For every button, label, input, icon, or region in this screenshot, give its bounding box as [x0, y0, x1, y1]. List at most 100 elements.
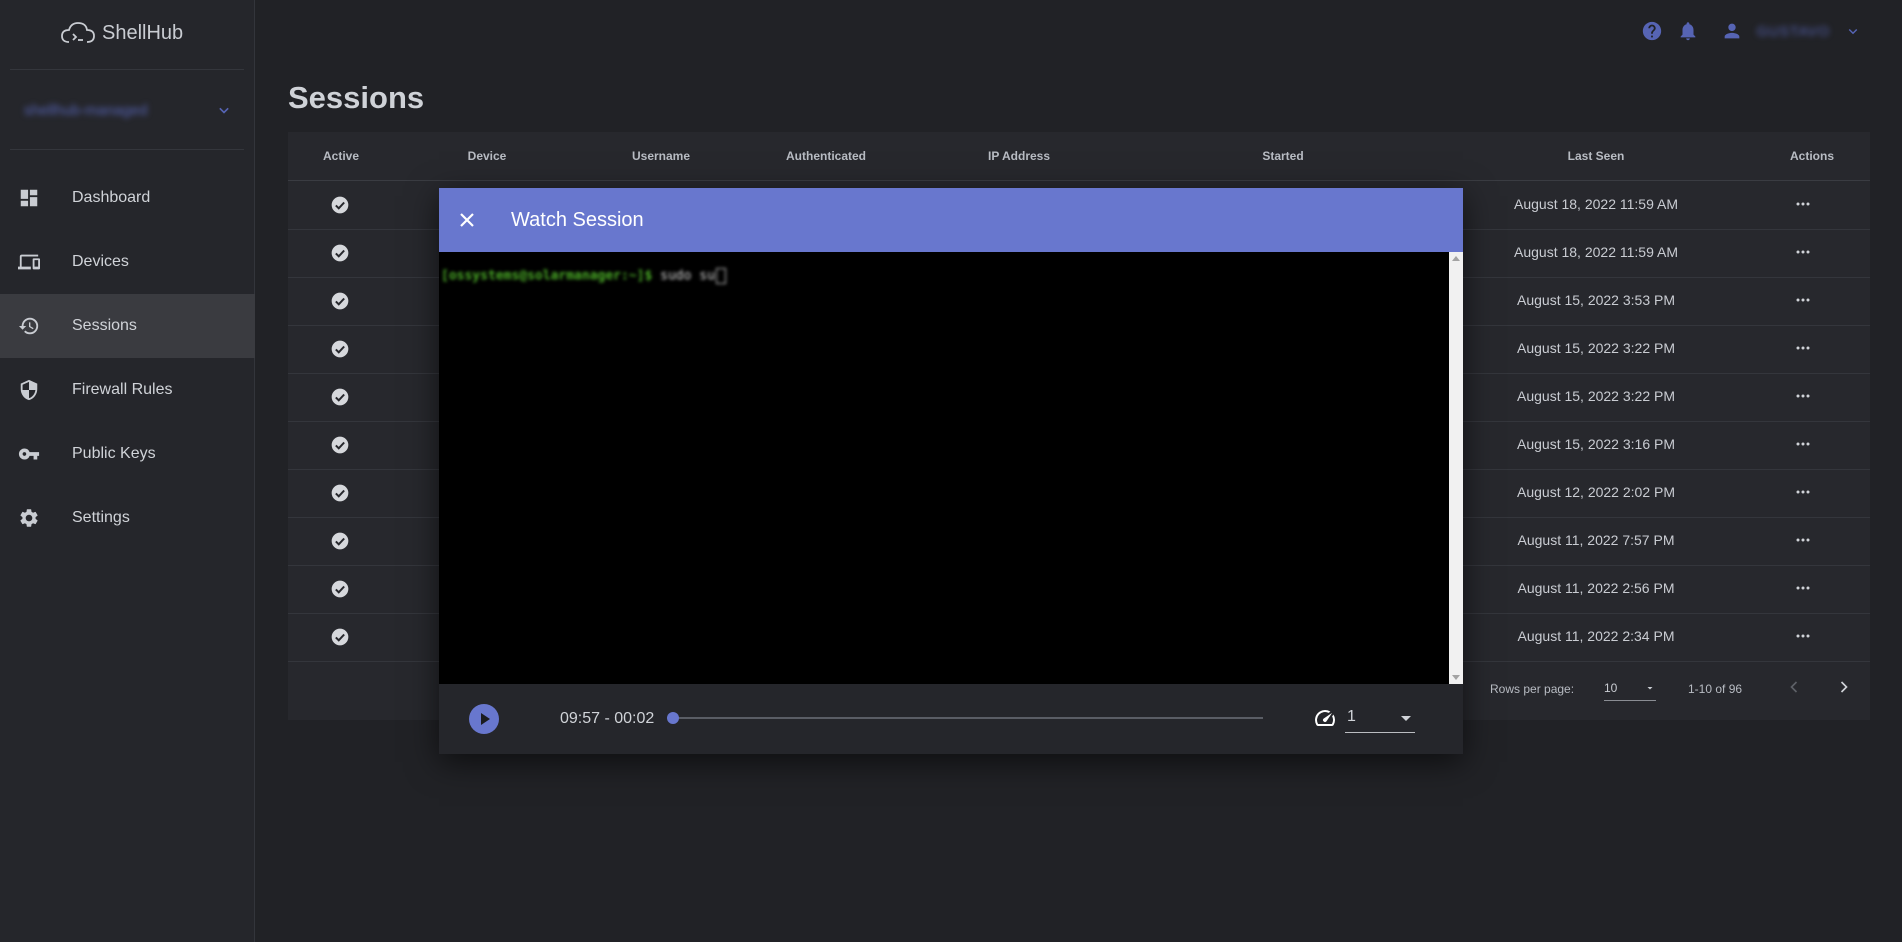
sidebar-item-label: Devices [72, 253, 129, 270]
chevron-down-icon[interactable] [1844, 22, 1862, 40]
play-icon [481, 713, 490, 725]
chevron-right-icon[interactable] [1834, 677, 1854, 697]
check-circle-icon [331, 532, 349, 550]
sidebar-item-label: Public Keys [72, 445, 156, 462]
more-horizontal-icon[interactable] [1796, 441, 1810, 447]
last-seen-cell: August 15, 2022 3:22 PM [1517, 340, 1675, 356]
topbar-actions: GUSTAVO [1641, 20, 1862, 42]
last-seen-cell: August 18, 2022 11:59 AM [1514, 244, 1678, 260]
sidebar-item-label: Firewall Rules [72, 381, 173, 398]
close-icon[interactable] [455, 208, 479, 232]
sidebar-item-firewall-rules[interactable]: Firewall Rules [0, 358, 255, 422]
caret-down-icon [1647, 687, 1653, 690]
scroll-up-icon[interactable] [1452, 256, 1460, 261]
more-horizontal-icon[interactable] [1796, 297, 1810, 303]
column-header-device: Device [467, 149, 507, 163]
terminal-prompt: [ossystems@solarmanager:~]$ [441, 268, 653, 284]
check-circle-icon [331, 292, 349, 310]
playback-speed-value: 1 [1347, 708, 1356, 725]
chevron-left-icon[interactable] [1784, 677, 1804, 697]
session-player-controls: 09:57 - 00:02 1 [439, 684, 1463, 754]
rows-per-page-select[interactable]: 10 [1604, 676, 1656, 701]
dashboard-icon [20, 189, 38, 207]
terminal-command: sudo su [660, 268, 715, 284]
last-seen-cell: August 18, 2022 11:59 AM [1514, 196, 1678, 212]
last-seen-cell: August 15, 2022 3:22 PM [1517, 388, 1675, 404]
last-seen-cell: August 11, 2022 7:57 PM [1517, 532, 1675, 548]
more-horizontal-icon[interactable] [1796, 537, 1810, 543]
user-name[interactable]: GUSTAVO [1757, 23, 1830, 39]
more-horizontal-icon[interactable] [1796, 201, 1810, 207]
watch-session-dialog: Watch Session [ossystems@solarmanager:~]… [439, 188, 1463, 754]
sidebar: ShellHub shellhub-managed Dashboard Devi… [0, 0, 255, 942]
cloud-terminal-icon [61, 22, 95, 43]
column-header-actions: Actions [1789, 149, 1835, 163]
playback-speed-select[interactable]: 1 [1345, 704, 1415, 733]
sidebar-divider [10, 69, 244, 70]
devices-icon [18, 254, 40, 270]
last-seen-cell: August 11, 2022 2:56 PM [1517, 580, 1675, 596]
check-circle-icon [331, 244, 349, 262]
playback-slider-thumb[interactable] [667, 712, 679, 724]
table-header: Active Device Username Authenticated IP … [288, 132, 1870, 181]
gear-icon [20, 509, 38, 527]
check-circle-icon [331, 388, 349, 406]
more-horizontal-icon[interactable] [1796, 489, 1810, 495]
column-header-last-seen: Last Seen [1567, 149, 1625, 163]
column-header-authenticated: Authenticated [785, 149, 867, 163]
column-header-username: Username [631, 149, 691, 163]
app-name: ShellHub [102, 21, 184, 44]
dialog-header: Watch Session [439, 188, 1463, 252]
check-circle-icon [331, 196, 349, 214]
help-icon[interactable] [1641, 20, 1663, 42]
app-logo[interactable]: ShellHub [60, 16, 200, 50]
sidebar-item-label: Settings [72, 509, 130, 526]
sidebar-item-dashboard[interactable]: Dashboard [0, 166, 255, 230]
sidebar-item-sessions[interactable]: Sessions [0, 294, 255, 358]
namespace-selector[interactable]: shellhub-managed [24, 96, 234, 124]
dialog-title: Watch Session [511, 209, 644, 231]
check-circle-icon [331, 484, 349, 502]
sidebar-item-devices[interactable]: Devices [0, 230, 255, 294]
sidebar-divider [10, 149, 244, 150]
check-circle-icon [331, 628, 349, 646]
shield-icon [20, 379, 38, 401]
sidebar-item-settings[interactable]: Settings [0, 486, 255, 550]
sidebar-item-public-keys[interactable]: Public Keys [0, 422, 255, 486]
rows-per-page-label: Rows per page: [1490, 682, 1575, 696]
last-seen-cell: August 15, 2022 3:16 PM [1517, 436, 1675, 452]
caret-down-icon [1401, 716, 1411, 721]
terminal-cursor [715, 268, 726, 284]
terminal-scrollbar[interactable] [1449, 252, 1463, 684]
key-icon [18, 448, 40, 460]
last-seen-cell: August 12, 2022 2:02 PM [1517, 484, 1675, 500]
more-horizontal-icon[interactable] [1796, 249, 1810, 255]
terminal-line: [ossystems@solarmanager:~]$ sudo su [441, 268, 726, 284]
page-title: Sessions [288, 80, 425, 115]
column-header-ip-address: IP Address [987, 149, 1051, 163]
more-horizontal-icon[interactable] [1796, 633, 1810, 639]
play-button[interactable] [469, 704, 499, 734]
namespace-name: shellhub-managed [24, 101, 148, 119]
last-seen-cell: August 15, 2022 3:53 PM [1517, 292, 1675, 308]
sidebar-nav: Dashboard Devices Sessions Firewall Rule… [0, 166, 255, 550]
bell-icon[interactable] [1677, 20, 1699, 42]
more-horizontal-icon[interactable] [1796, 585, 1810, 591]
terminal-output[interactable]: [ossystems@solarmanager:~]$ sudo su [439, 252, 1449, 684]
last-seen-cell: August 11, 2022 2:34 PM [1517, 628, 1675, 644]
check-circle-icon [331, 580, 349, 598]
pagination-range: 1-10 of 96 [1688, 682, 1743, 696]
more-horizontal-icon[interactable] [1796, 345, 1810, 351]
scroll-down-icon[interactable] [1452, 675, 1460, 680]
check-circle-icon [331, 436, 349, 454]
column-header-active: Active [322, 149, 360, 163]
playback-time: 09:57 - 00:02 [560, 710, 655, 727]
rows-per-page-value: 10 [1604, 681, 1618, 695]
user-icon[interactable] [1721, 20, 1743, 42]
chevron-down-icon [219, 107, 229, 114]
history-icon [18, 317, 39, 335]
playback-slider[interactable] [667, 712, 1263, 724]
check-circle-icon [331, 340, 349, 358]
column-header-started: Started [1262, 149, 1304, 163]
more-horizontal-icon[interactable] [1796, 393, 1810, 399]
